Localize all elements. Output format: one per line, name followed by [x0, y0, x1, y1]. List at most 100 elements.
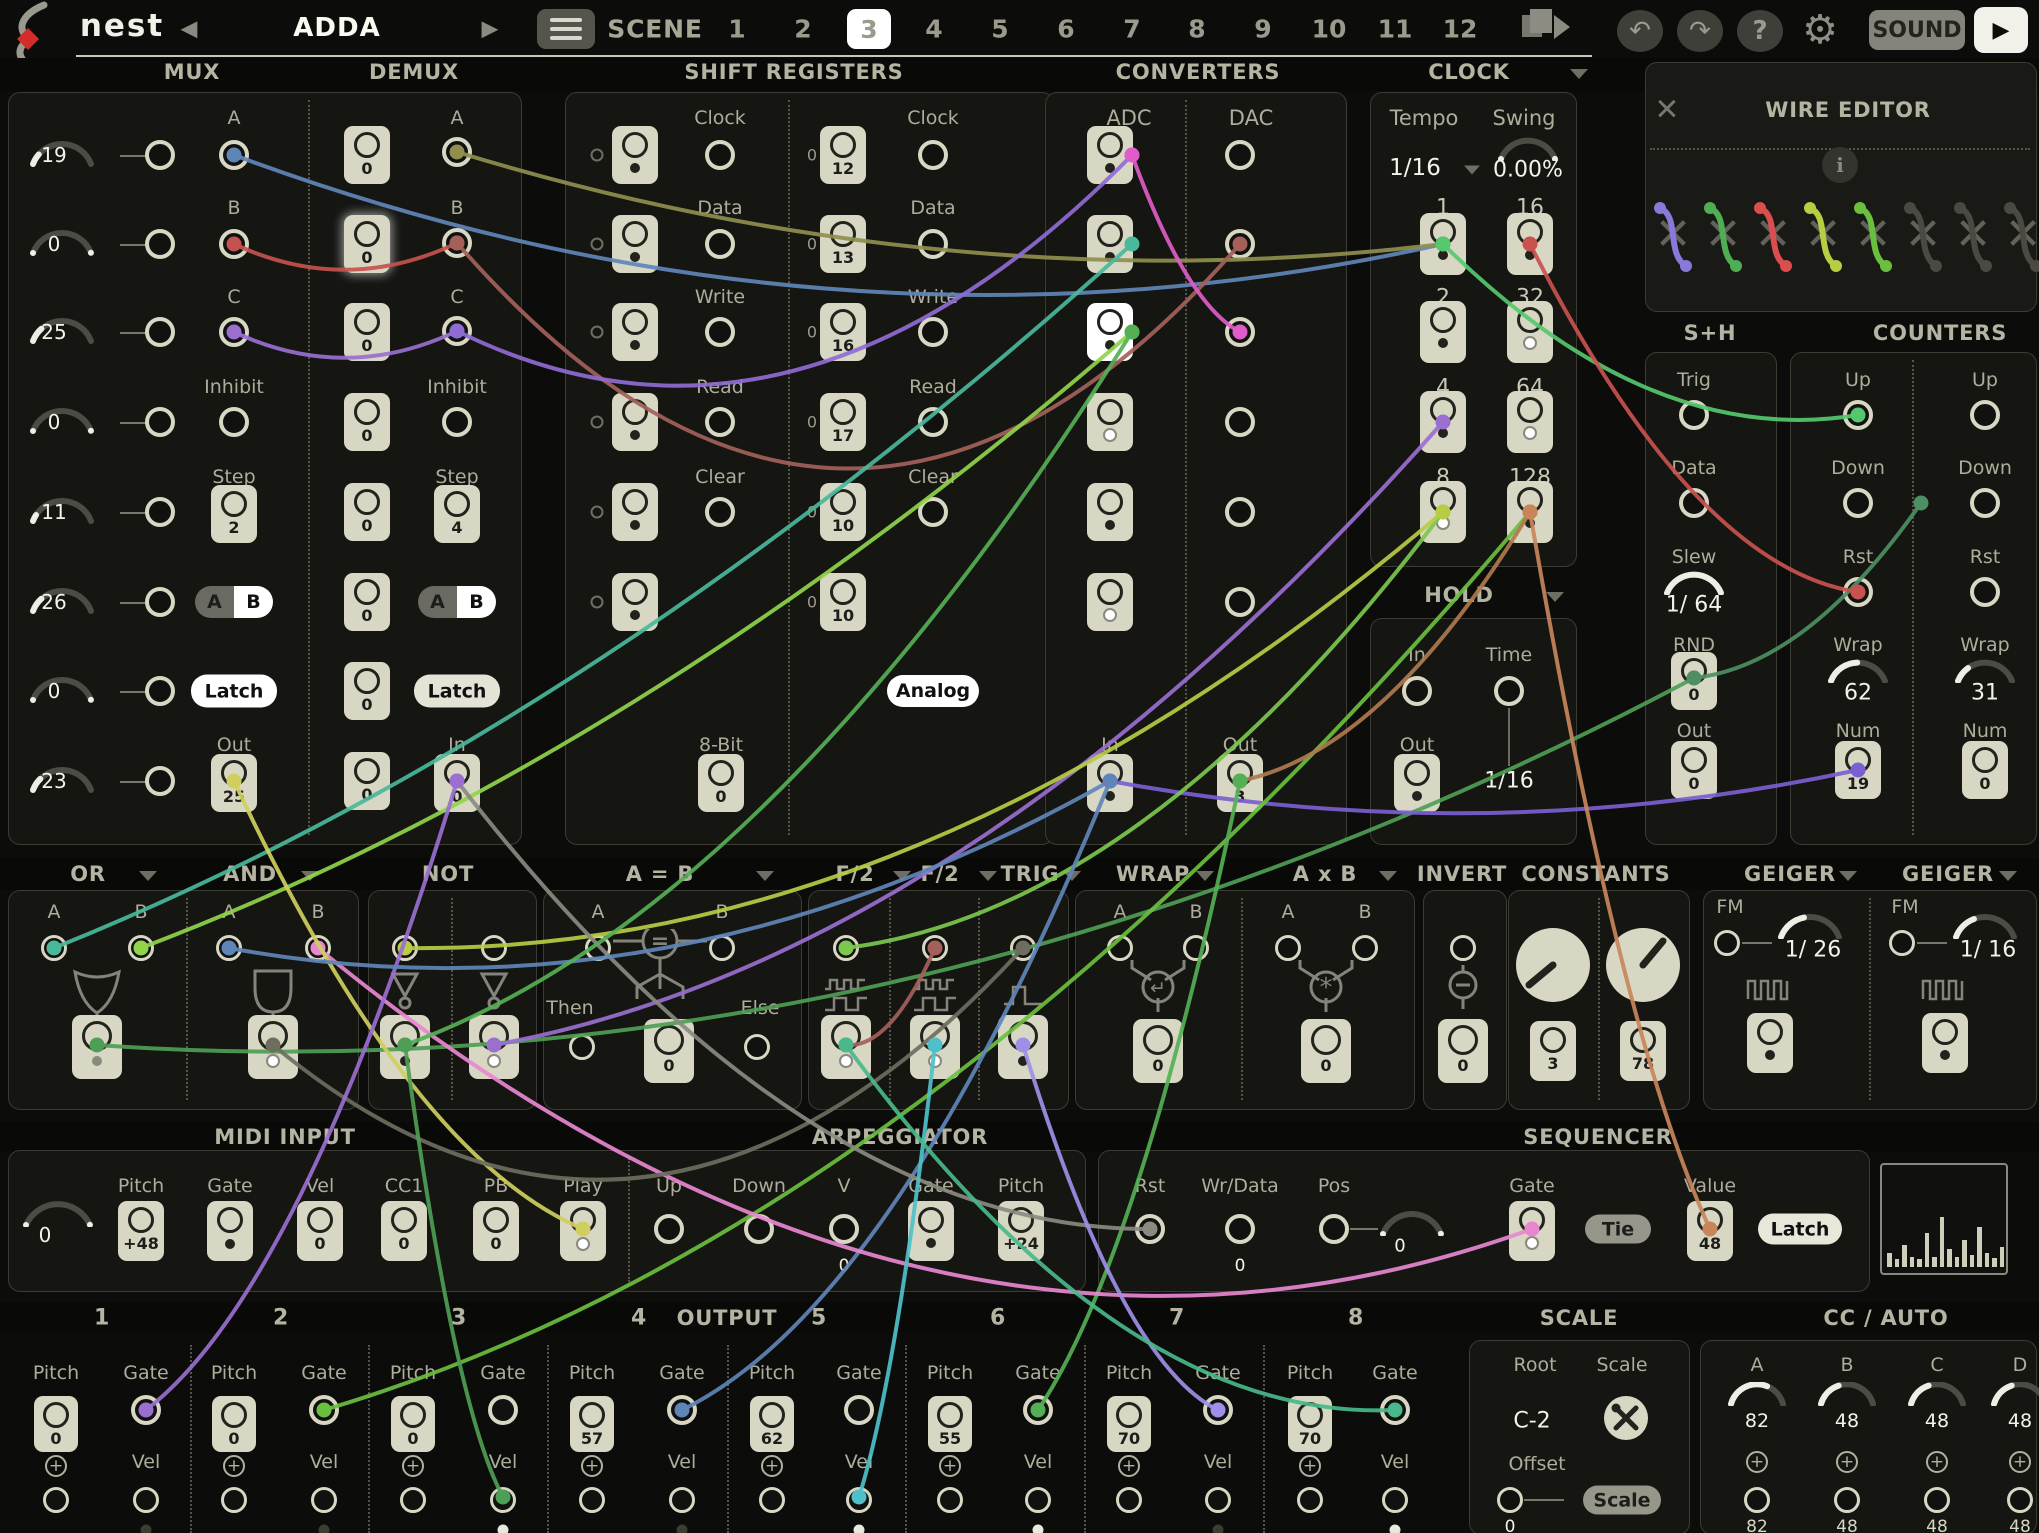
- mux-step-port[interactable]: 2: [211, 485, 257, 543]
- counter-down-port[interactable]: [1843, 488, 1873, 518]
- sr-label-port[interactable]: [705, 407, 735, 437]
- output-gate-port[interactable]: [488, 1395, 518, 1425]
- demux-latch-button[interactable]: Latch: [414, 675, 500, 708]
- sh-trig-port[interactable]: [1679, 400, 1709, 430]
- not2-out-port[interactable]: [469, 1015, 519, 1079]
- tempo-dropdown-icon[interactable]: [1464, 166, 1480, 175]
- sr-port[interactable]: 17: [820, 393, 866, 451]
- preset-next-button[interactable]: ▶: [482, 17, 499, 42]
- output-cv-port[interactable]: [1116, 1487, 1142, 1513]
- cc-knob[interactable]: [1817, 1382, 1877, 1406]
- output-transpose-icon[interactable]: +: [761, 1455, 783, 1477]
- sr-mini-port[interactable]: [591, 506, 604, 519]
- output-cv-port[interactable]: [759, 1487, 785, 1513]
- output-transpose-icon[interactable]: +: [223, 1455, 245, 1477]
- adc-port[interactable]: [1087, 126, 1133, 184]
- output-cv-port[interactable]: [937, 1487, 963, 1513]
- output-gate-port[interactable]: [844, 1395, 874, 1425]
- sh-slew-knob[interactable]: [1662, 569, 1726, 595]
- midi-port[interactable]: [560, 1201, 606, 1261]
- geiger1-value[interactable]: 1/ 26: [1785, 938, 1841, 963]
- geiger1-knob[interactable]: [1776, 911, 1844, 939]
- dac-port[interactable]: [1225, 140, 1255, 170]
- and-a-port[interactable]: [216, 935, 242, 961]
- mux-row-port[interactable]: [145, 140, 175, 170]
- demux-a-port[interactable]: [442, 137, 472, 167]
- sr-port[interactable]: [612, 215, 658, 273]
- mux-knob[interactable]: [26, 393, 98, 435]
- output-vel-port[interactable]: [846, 1487, 872, 1513]
- sr-label-port[interactable]: [918, 407, 948, 437]
- counter-wrap-knob[interactable]: [1953, 657, 2017, 683]
- midi-port[interactable]: [207, 1201, 253, 1261]
- scene-tab[interactable]: 4: [925, 15, 942, 44]
- clock-division-port[interactable]: [1420, 481, 1466, 543]
- demux-row-port[interactable]: 0: [344, 303, 390, 361]
- midi-port[interactable]: 0: [473, 1201, 519, 1261]
- seq-tie-button[interactable]: Tie: [1585, 1215, 1651, 1244]
- dac-port[interactable]: [1225, 497, 1255, 527]
- logic-dropdown-icon[interactable]: [979, 871, 997, 881]
- wire-delete-button[interactable]: ✕: [1650, 194, 1696, 280]
- scale-quantize-button[interactable]: Scale: [1583, 1486, 1661, 1515]
- demux-row-port[interactable]: 0: [344, 126, 390, 184]
- counter-down-port[interactable]: [1970, 488, 2000, 518]
- scale-root-value[interactable]: C-2: [1513, 1409, 1550, 1434]
- demux-row-port[interactable]: 0: [344, 752, 390, 810]
- arp-up-port[interactable]: [654, 1214, 684, 1244]
- sh-slew-value[interactable]: 1/ 64: [1666, 593, 1722, 618]
- sr-analog-button[interactable]: Analog: [887, 675, 979, 707]
- output-transpose-icon[interactable]: +: [1118, 1455, 1140, 1477]
- arp-gate-port[interactable]: [908, 1201, 954, 1261]
- dac-port[interactable]: [1225, 587, 1255, 617]
- aeb-else-port[interactable]: [744, 1034, 770, 1060]
- sr-port[interactable]: 10: [820, 573, 866, 631]
- clock-division-port[interactable]: [1420, 213, 1466, 275]
- sr-label-port[interactable]: [918, 317, 948, 347]
- scene-tab[interactable]: 10: [1312, 15, 1347, 44]
- clock-division-port[interactable]: [1420, 391, 1466, 453]
- wire-delete-button[interactable]: ✕: [1800, 194, 1846, 280]
- trig-out-port[interactable]: [998, 1015, 1048, 1079]
- sh-out-port[interactable]: 0: [1671, 741, 1717, 799]
- output-gate-port[interactable]: [1023, 1395, 1053, 1425]
- demux-in-port[interactable]: 0: [434, 754, 480, 812]
- scale-offset-port[interactable]: [1497, 1487, 1523, 1513]
- geiger2-value[interactable]: 1/ 16: [1960, 938, 2016, 963]
- adc-port[interactable]: [1087, 303, 1133, 361]
- mux-c-port[interactable]: [219, 317, 249, 347]
- f2b-out-port[interactable]: [910, 1015, 960, 1079]
- demux-inhibit-port[interactable]: [442, 407, 472, 437]
- demux-b-port[interactable]: [442, 228, 472, 258]
- wire-delete-button[interactable]: ✕: [2000, 194, 2039, 280]
- sr-label-port[interactable]: [705, 229, 735, 259]
- demux-ab-a[interactable]: A: [418, 586, 457, 618]
- sr-port[interactable]: 10: [820, 483, 866, 541]
- scene-tab[interactable]: 11: [1378, 15, 1413, 44]
- midi-port[interactable]: 0: [381, 1201, 427, 1261]
- mux-knob[interactable]: [26, 662, 98, 704]
- output-pitch-port[interactable]: 62: [750, 1396, 794, 1452]
- scene-tab[interactable]: 2: [794, 15, 811, 44]
- output-pitch-port[interactable]: 70: [1288, 1396, 1332, 1452]
- seq-pos-knob[interactable]: [1378, 1208, 1446, 1236]
- sh-data-port[interactable]: [1679, 488, 1709, 518]
- seq-gate-port[interactable]: [1509, 1201, 1555, 1261]
- sr-port[interactable]: [612, 303, 658, 361]
- cc-transpose-icon[interactable]: +: [1926, 1451, 1948, 1473]
- mux-row-port[interactable]: [145, 676, 175, 706]
- output-gate-port[interactable]: [667, 1395, 697, 1425]
- adc-port[interactable]: [1087, 483, 1133, 541]
- scene-tab[interactable]: 12: [1443, 15, 1478, 44]
- counter-num-port[interactable]: 19: [1835, 741, 1881, 799]
- arp-v-port[interactable]: [829, 1214, 859, 1244]
- hold-time-value[interactable]: 1/16: [1484, 769, 1533, 794]
- sr-port[interactable]: 13: [820, 215, 866, 273]
- wrap-a-port[interactable]: [1107, 935, 1133, 961]
- sr-mini-port[interactable]: [591, 238, 604, 251]
- output-gate-port[interactable]: [1380, 1395, 1410, 1425]
- cc-transpose-icon[interactable]: +: [1746, 1451, 1768, 1473]
- menu-button[interactable]: [537, 9, 595, 49]
- adc-port[interactable]: [1087, 573, 1133, 631]
- seq-pos-port[interactable]: [1319, 1214, 1349, 1244]
